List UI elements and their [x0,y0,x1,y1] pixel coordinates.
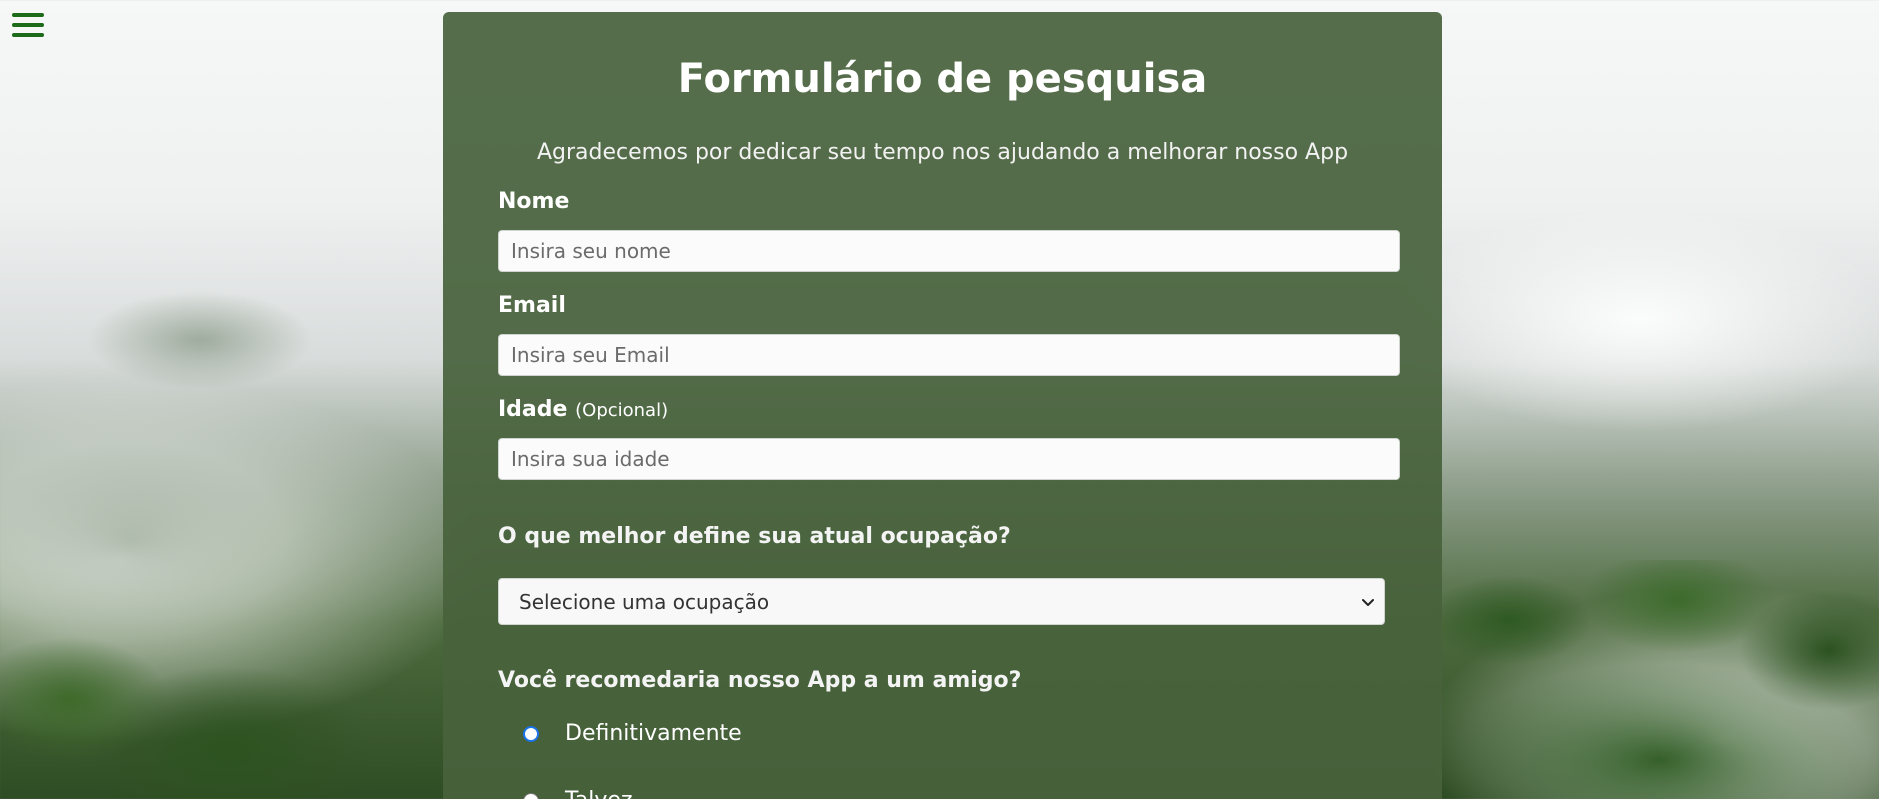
occupation-select-value: Selecione uma ocupação [519,589,770,614]
menu-icon-bar [12,33,44,37]
radio-option-definitivamente[interactable]: Definitivamente [523,721,742,746]
background-forest-right [1419,560,1879,799]
chevron-down-icon [1360,594,1376,610]
age-label: Idade (Opcional) [498,397,668,422]
age-label-text: Idade [498,397,568,422]
radio-button-checked[interactable] [523,725,539,742]
name-input[interactable] [498,230,1400,272]
menu-icon-bar [12,23,44,27]
survey-form-card: Formulário de pesquisa Agradecemos por d… [443,12,1442,799]
recommend-question: Você recomedaria nosso App a um amigo? [498,668,1022,693]
email-label-text: Email [498,293,566,318]
radio-label: Definitivamente [565,721,742,746]
name-label-text: Nome [498,189,570,214]
age-input[interactable] [498,438,1400,480]
occupation-question: O que melhor define sua atual ocupação? [498,524,1011,549]
email-label: Email [498,293,566,318]
hamburger-menu-icon[interactable] [12,13,44,39]
form-title: Formulário de pesquisa [677,56,1208,102]
background-forest-left [0,280,460,799]
form-subtitle: Agradecemos por dedicar seu tempo nos aj… [536,140,1349,165]
radio-label: Talvez [565,788,633,799]
radio-option-talvez[interactable]: Talvez [523,788,633,799]
age-optional-hint: (Opcional) [575,400,669,421]
name-label: Nome [498,189,569,214]
occupation-select[interactable]: Selecione uma ocupação [498,578,1385,625]
email-input[interactable] [498,334,1400,376]
radio-button-unchecked[interactable] [523,792,539,799]
menu-icon-bar [12,13,44,17]
